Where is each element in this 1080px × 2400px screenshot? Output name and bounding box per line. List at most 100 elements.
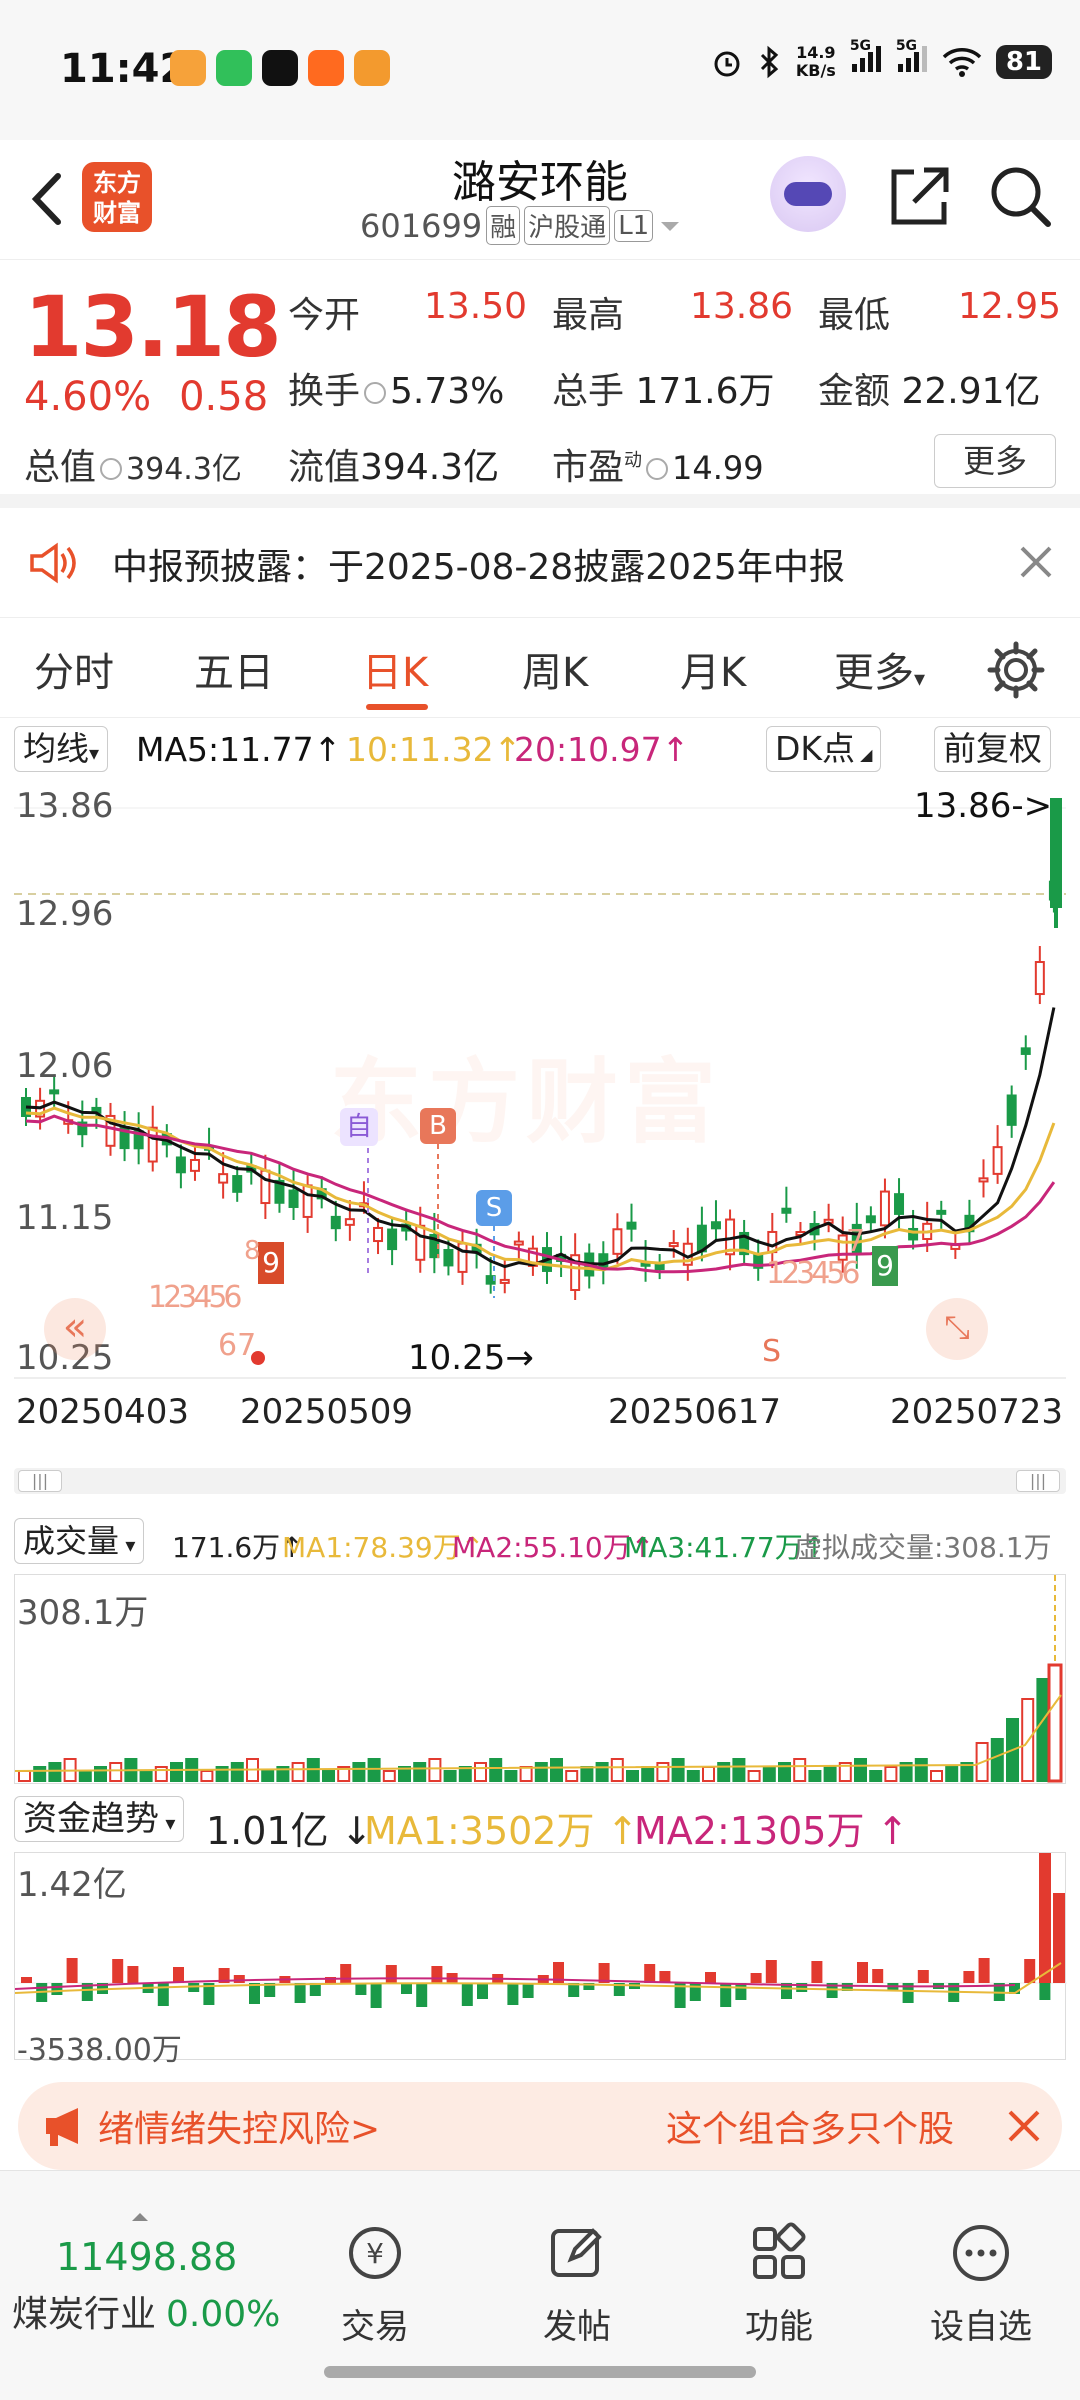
volume-bar: [33, 1766, 47, 1782]
dk-point-button[interactable]: DK点 ◢: [766, 726, 882, 772]
fund-bar: [340, 1964, 352, 1983]
float-cap-label: 流值394.3亿: [288, 447, 500, 488]
volume-max-label: 308.1万: [17, 1593, 149, 1633]
price-label-max: 13.86: [16, 786, 114, 826]
candle: [175, 1156, 186, 1174]
indicator-selector[interactable]: 均线▾: [14, 726, 109, 772]
volume-bar: [443, 1770, 457, 1782]
fund-bar: [173, 1967, 184, 1983]
tab-intraday[interactable]: 分时: [34, 640, 114, 698]
candle: [49, 1089, 60, 1095]
volume-bar: [109, 1762, 123, 1782]
fund-bar: [978, 1958, 990, 1983]
tiktok-icon: [262, 50, 298, 86]
nav-trade[interactable]: ¥ 交易: [310, 2221, 440, 2348]
nav-post[interactable]: 发帖: [512, 2221, 642, 2348]
volume-bar: [261, 1770, 275, 1782]
adjust-button[interactable]: 前复权: [934, 726, 1051, 772]
tab-monthly-k[interactable]: 月K: [680, 640, 746, 698]
volume-panel[interactable]: 308.1万: [14, 1574, 1066, 1784]
banner-left-text[interactable]: 绪情绪失控风险>: [98, 2100, 380, 2152]
more-dots-icon: [953, 2225, 1009, 2281]
pe-label: 市盈动 14.99: [552, 447, 764, 488]
fund-bar: [127, 1966, 139, 1983]
ma10-value: 10:11.32↑: [346, 730, 522, 769]
max-price-marker: 13.86->: [914, 786, 1053, 826]
volume-bar: [702, 1766, 715, 1782]
fund-legend-row: 资金趋势 ▾ 1.01亿 ↓ MA1:3502万 ↑ MA2:1305万 ↑: [0, 1792, 1080, 1853]
close-icon[interactable]: [1002, 2104, 1046, 2148]
search-icon[interactable]: [984, 160, 1056, 232]
active-tab-indicator: [366, 704, 428, 710]
self-select-marker[interactable]: 自: [340, 1108, 378, 1146]
notice-bar[interactable]: 中报预披露：于2025-08-28披露2025年中报: [0, 508, 1080, 618]
fund-panel[interactable]: 1.42亿 -3538.00万: [14, 1852, 1067, 2068]
nav-add-watchlist[interactable]: 设自选: [916, 2221, 1046, 2348]
industry-index-name[interactable]: 煤炭行业 0.00%: [12, 2285, 280, 2337]
tab-more[interactable]: 更多▾: [834, 640, 925, 698]
dropdown-icon[interactable]: [657, 216, 683, 236]
fund-min-label: -3538.00万: [17, 2033, 182, 2068]
home-indicator[interactable]: [324, 2366, 756, 2378]
stock-code: 601699: [360, 206, 483, 245]
nav-functions[interactable]: 功能: [714, 2221, 844, 2348]
notification-app-icon: [170, 50, 206, 86]
ma5-value: MA5:11.77↑: [136, 730, 342, 769]
tab-daily-k[interactable]: 日K: [362, 640, 428, 698]
ai-assistant-icon[interactable]: [770, 156, 846, 232]
volume-bar: [671, 1758, 685, 1782]
quote-panel: 13.18 4.60% 0.58 总值 394.3亿 今开 13.50 最高 13.…: [0, 262, 1080, 508]
fund-bar-last: [1053, 1893, 1065, 1983]
fund-bar: [522, 1983, 534, 1998]
signal-icon: 5G: [850, 38, 882, 80]
risk-banner[interactable]: 绪情绪失控风险> 这个组合多只个股: [18, 2082, 1062, 2170]
banner-right-text[interactable]: 这个组合多只个股: [666, 2100, 954, 2152]
date-label-1: 20250403: [16, 1392, 190, 1432]
fund-bar: [385, 1965, 397, 1983]
volume-bar: [884, 1766, 898, 1782]
volume-bar: [200, 1770, 214, 1782]
tab-weekly-k[interactable]: 周K: [522, 640, 588, 698]
close-icon[interactable]: [1014, 540, 1058, 584]
buy-marker[interactable]: B: [420, 1108, 456, 1144]
candle: [612, 1228, 623, 1255]
volume-bar: [1036, 1678, 1050, 1782]
td-s-bottom: S: [762, 1334, 782, 1369]
volume-bar: [230, 1762, 244, 1782]
volume-svg: [15, 1575, 1063, 1783]
candle: [302, 1184, 313, 1218]
volume-bar: [945, 1766, 959, 1782]
taobao-icon: [308, 50, 344, 86]
fund-bar-peak: [1039, 1853, 1051, 1983]
wifi-icon: [942, 48, 982, 77]
megaphone-icon: [46, 2108, 78, 2146]
td-nine-red: 9: [258, 1242, 284, 1284]
fund-bar: [294, 1983, 306, 2003]
volume-bar: [747, 1770, 761, 1782]
amount-label: 金额 22.91亿: [818, 371, 1041, 412]
fund-bar: [401, 1983, 412, 1994]
scrollbar-left-handle[interactable]: |||: [18, 1470, 62, 1492]
fund-bar: [507, 1983, 519, 2005]
expand-chart-button[interactable]: ⤡: [926, 1298, 988, 1360]
more-button[interactable]: 更多: [934, 434, 1056, 488]
gear-icon[interactable]: [986, 640, 1046, 700]
sell-marker[interactable]: S: [476, 1190, 512, 1226]
scrollbar-right-handle[interactable]: |||: [1016, 1470, 1060, 1492]
volume-ma-line: [15, 1694, 1062, 1772]
fund-bar: [1024, 1959, 1036, 1983]
fund-bar: [21, 1977, 32, 1983]
candle: [668, 1242, 679, 1248]
chart-scrollbar[interactable]: [14, 1468, 1066, 1494]
scroll-left-button[interactable]: «: [44, 1298, 106, 1360]
notice-text: 中报预披露：于2025-08-28披露2025年中报: [112, 547, 845, 588]
tab-five-day[interactable]: 五日: [194, 640, 274, 698]
volume-selector[interactable]: 成交量 ▾: [14, 1518, 145, 1564]
share-icon[interactable]: [884, 162, 954, 232]
kline-chart[interactable]: 东方财富 13.86 12.96 12.06 11.15 10.25 20250…: [0, 778, 1080, 1478]
candle: [218, 1173, 229, 1184]
industry-index-value[interactable]: 11498.88: [56, 2235, 237, 2279]
fund-selector[interactable]: 资金趋势 ▾: [14, 1796, 185, 1842]
candle: [936, 1209, 947, 1215]
fund-bar: [477, 1983, 488, 1999]
